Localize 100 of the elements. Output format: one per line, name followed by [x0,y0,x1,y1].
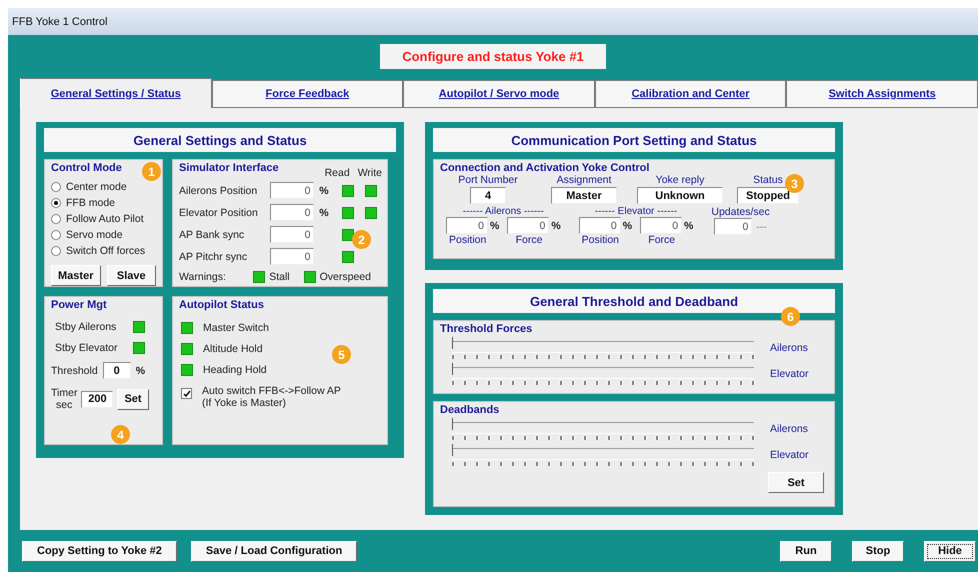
field-label: Position [582,234,620,246]
marker-badge: 2 [352,230,371,249]
group-title: Control Mode [51,162,122,174]
radio-button[interactable] [51,230,61,240]
panel-title: General Settings and Status [44,128,396,152]
radio-button[interactable] [51,182,61,192]
header-banner: Configure and status Yoke #1 [380,44,606,69]
status-label: Heading Hold [203,364,267,376]
value-field: 0 [270,248,314,265]
value-field: 0 [270,204,314,221]
mode-button[interactable]: Master [51,265,100,286]
value-field: Unknown [637,187,723,204]
tab[interactable]: Switch Assignments [786,80,978,108]
group-title: Simulator Interface [179,162,279,174]
field-label: Assignment [556,174,612,186]
status-label: Master Switch [203,322,269,334]
timer-unit: sec [56,399,72,411]
group-title: Deadbands [440,404,500,416]
tab[interactable]: Autopilot / Servo mode [403,80,595,108]
field-label: Force [648,234,676,246]
marker-badge: 5 [332,345,351,364]
field-label: Yoke reply [656,174,704,186]
unit-label: % [490,220,500,232]
footer-button[interactable]: Save / Load Configuration [190,540,358,562]
checkbox-label: Auto switch FFB<->Follow AP (If Yoke is Master) [202,385,341,409]
threshold-field[interactable]: 0 [102,362,131,379]
group-caption: ------ Elevator ------ [594,206,678,217]
timer-label: Timer [51,387,78,399]
set-button[interactable]: Set [768,472,824,493]
value-field: 0 [270,182,314,199]
group-title: Threshold Forces [440,323,532,335]
tab[interactable]: Force Feedback [212,80,404,108]
field-label: Elevator Position [179,206,259,218]
group-caption: ------ Ailerons ------ [462,206,544,217]
slider-thumb[interactable] [452,336,455,348]
standby-label: Stby Elevator [55,342,118,354]
slider-thumb[interactable] [452,444,455,456]
value-field: 0 [578,217,621,234]
unit-label: % [622,220,632,232]
value-field: 0 [270,226,314,243]
field-label: Status [753,174,783,186]
slider-thumb[interactable] [452,362,455,374]
unit-label: % [319,206,329,218]
radio-label: Follow Auto Pilot [66,212,144,224]
group-title: Power Mgt [51,299,107,311]
standby-label: Stby Ailerons [55,321,118,333]
field-label: Position [448,234,486,246]
radio-label: Servo mode [66,228,123,240]
radio-label: Center mode [66,180,127,192]
value-field: 0 [446,217,488,234]
radio-button[interactable] [51,246,61,256]
radio-label: FFB mode [66,196,116,208]
unit-label: % [319,184,329,196]
marker-badge: 4 [111,425,130,444]
marker-badge: 1 [142,162,161,181]
threshold-label: Threshold [51,364,98,376]
slider-thumb[interactable] [452,418,455,430]
tab[interactable]: General Settings / Status [20,78,212,108]
slider-label: Ailerons [770,423,808,435]
panel-title: General Threshold and Deadband [433,289,835,313]
unit-label: % [551,220,561,232]
unit-label: % [136,364,146,376]
slider-label: Elevator [770,368,809,380]
group-title: Connection and Activation Yoke Control [440,162,650,174]
checkbox[interactable] [181,388,192,399]
footer-button[interactable]: Hide [924,540,976,562]
radio-button[interactable] [51,198,61,208]
marker-badge: 6 [781,307,800,326]
value-field: 0 [714,218,752,235]
field-label: Port Number [458,174,518,186]
radio-button[interactable] [51,214,61,224]
field-label: Updates/sec [711,206,770,218]
column-header: Write [358,167,382,179]
footer-button[interactable]: Run [780,540,832,562]
footer-button[interactable]: Copy Setting to Yoke #2 [22,540,177,562]
value-field: 0 [507,217,550,234]
value-field: Stopped [737,187,799,204]
column-header: Read [324,167,350,179]
radio-label: Switch Off forces [66,244,146,256]
slider-label: Elevator [770,449,809,461]
tab[interactable]: Calibration and Center [594,80,786,108]
check-icon [182,390,190,398]
field-label: AP Pitchr sync [179,250,248,262]
footer-button[interactable]: Stop [852,540,904,562]
warning-label: Stall [269,271,290,283]
warning-label: Overspeed [320,271,371,283]
rate-suffix: --- [756,220,767,232]
window-title: FFB Yoke 1 Control [12,16,108,28]
unit-label: % [684,220,694,232]
value-field: 0 [640,217,682,234]
set-button[interactable]: Set [117,388,149,410]
field-label: Force [516,234,542,246]
field-label: AP Bank sync [179,228,246,240]
timer-field[interactable]: 200 [81,390,114,408]
warnings-label: Warnings: [179,271,227,283]
slider-label: Ailerons [770,342,808,354]
value-field: 4 [470,187,506,204]
field-label: Ailerons Position [179,184,258,196]
mode-button[interactable]: Slave [106,265,156,286]
status-label: Altitude Hold [203,343,263,355]
